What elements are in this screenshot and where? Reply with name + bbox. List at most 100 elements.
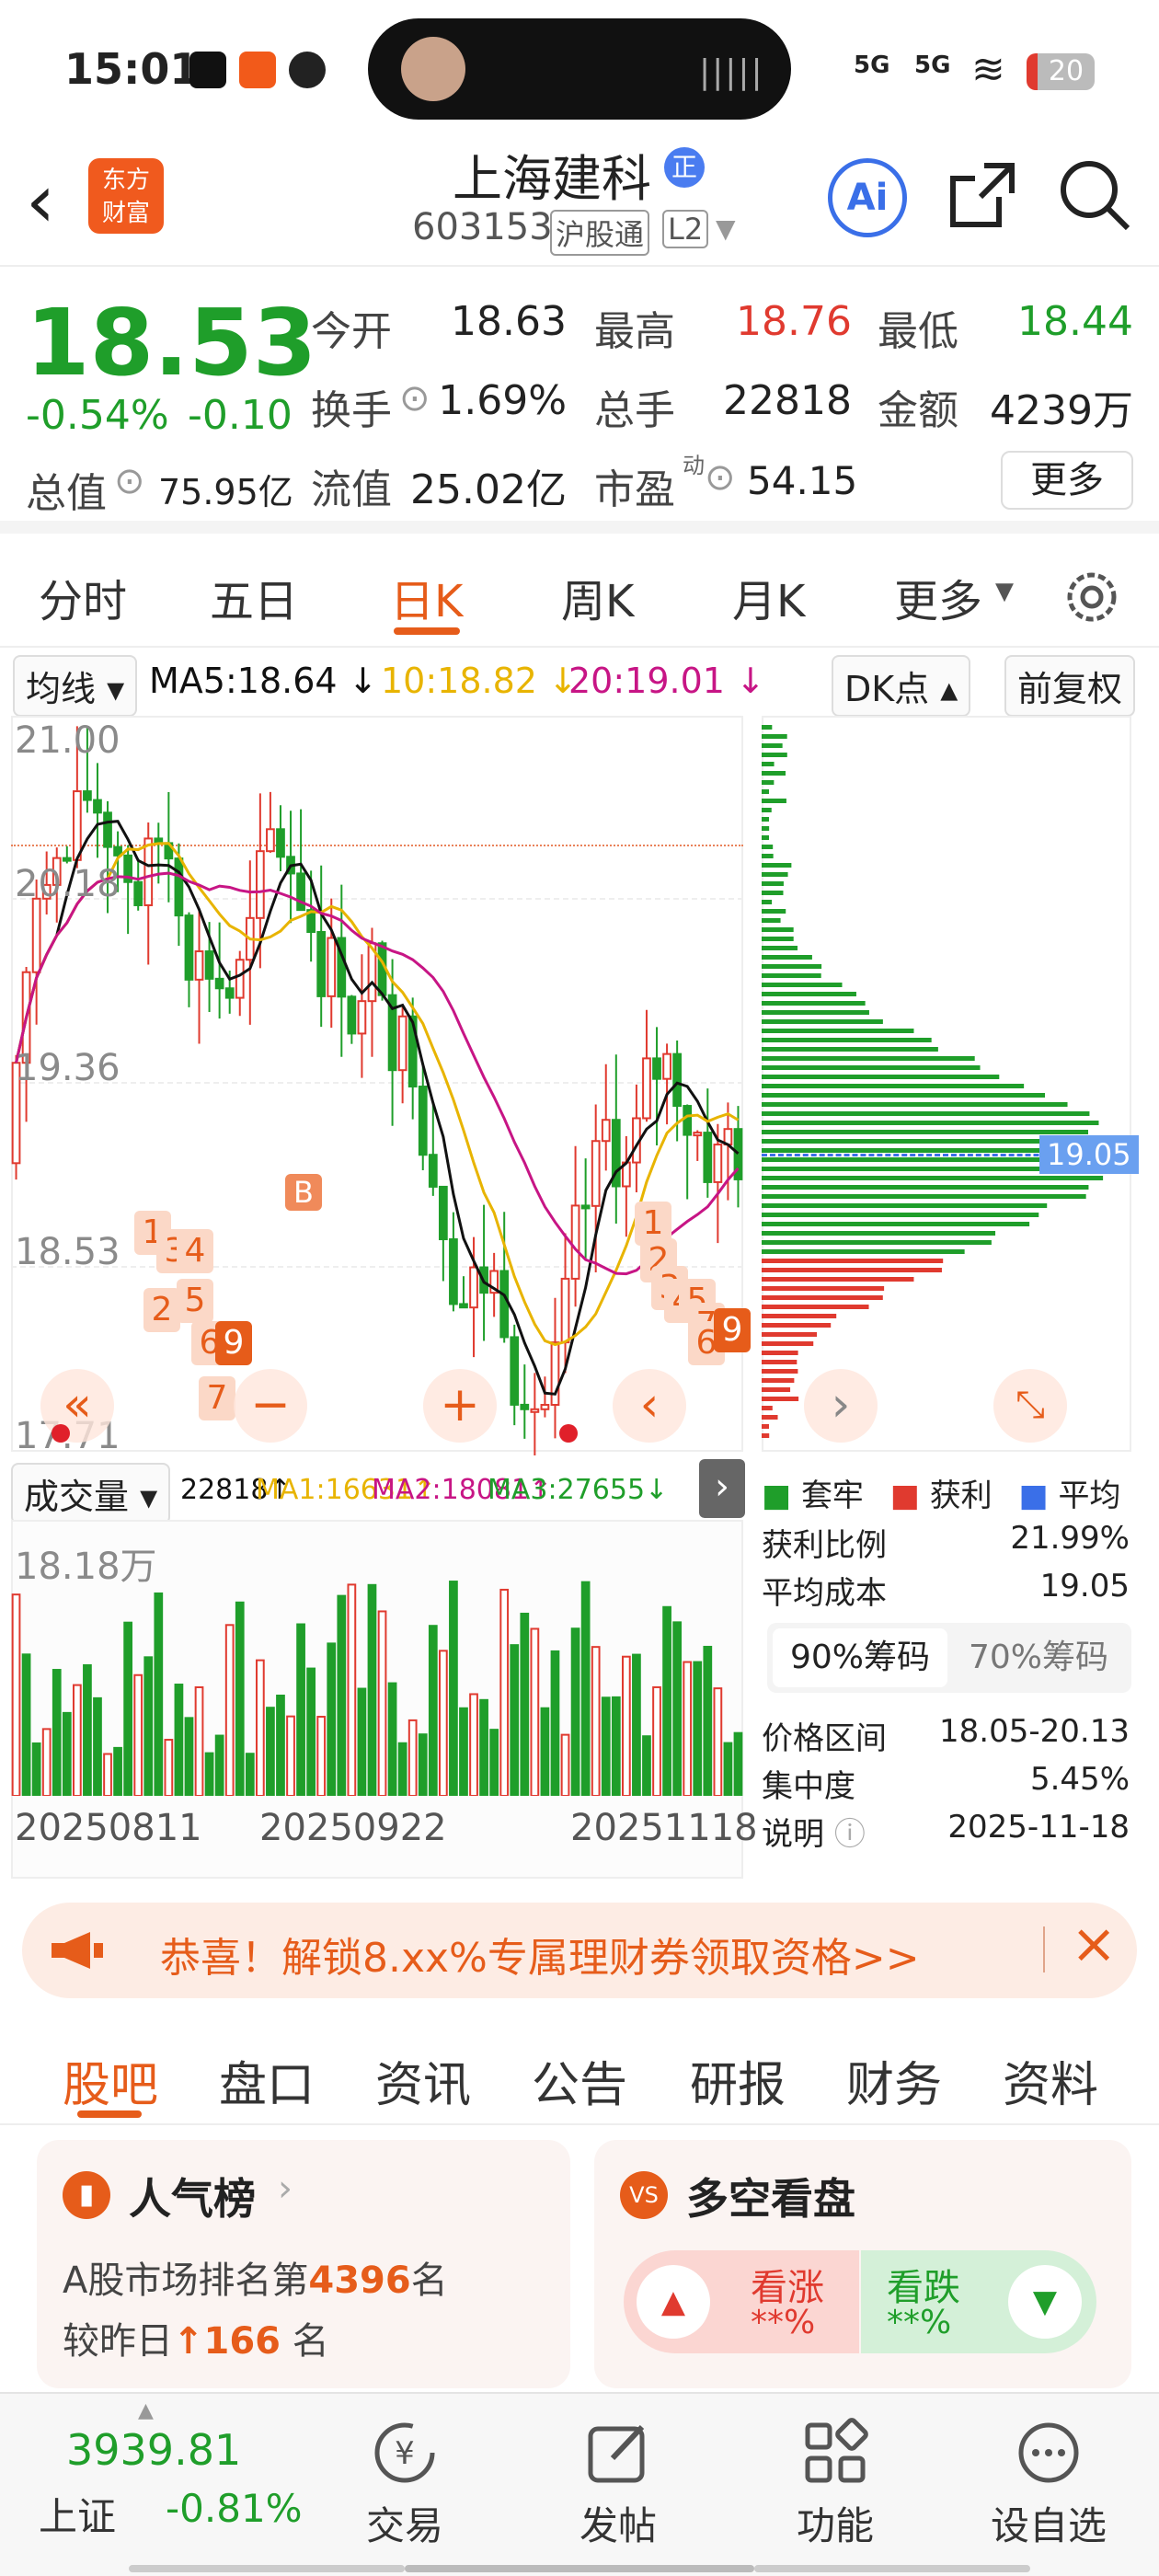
candle-body: [520, 1403, 530, 1410]
nav-functions[interactable]: 功能: [734, 2394, 936, 2576]
more-button[interactable]: 更多: [1001, 451, 1133, 510]
note-row: 说明 ⓘ 2025-11-18: [762, 1809, 1130, 1853]
avg-cost-row: 平均成本 19.05: [762, 1568, 1130, 1612]
sentiment-card[interactable]: VS 多空看盘 ▲ 看涨 **% 看跌 **% ▼: [594, 2140, 1131, 2388]
bearish-button[interactable]: 看跌 **% ▼: [861, 2250, 1096, 2353]
chip-bar: [762, 955, 812, 960]
tab-announcements[interactable]: 公告: [532, 2046, 627, 2115]
zoom-in-button[interactable]: +: [423, 1369, 497, 1443]
candle-body: [662, 1052, 671, 1080]
rank-change: 较昨日↑166 名: [63, 2320, 329, 2363]
dropdown-icon[interactable]: ▼: [716, 213, 736, 244]
legend-swatch: ■: [762, 1478, 792, 1514]
dk-selector[interactable]: DK点 ▴: [832, 655, 971, 717]
tab-intraday[interactable]: 分时: [39, 565, 127, 629]
index-ticker[interactable]: ▲ 3939.81 上证 -0.81%: [0, 2394, 331, 2576]
volume-bar: [164, 1739, 174, 1796]
volume-bar: [31, 1742, 41, 1796]
buy-marker[interactable]: B: [285, 1174, 322, 1211]
chip-bar: [762, 1295, 883, 1300]
legend-trapped: 套牢: [800, 1478, 864, 1514]
chip-bar: [762, 789, 769, 794]
share-icon[interactable]: [947, 160, 1017, 230]
nav-post[interactable]: 发帖: [517, 2394, 719, 2576]
bullish-button[interactable]: ▲ 看涨 **%: [624, 2250, 859, 2353]
popularity-card[interactable]: ▮ 人气榜 › A股市场排名第4396名 较昨日↑166 名: [37, 2140, 570, 2388]
tab-monthly-k[interactable]: 月K: [732, 565, 805, 629]
nav-trade[interactable]: ¥ 交易: [304, 2394, 506, 2576]
tab-chip-90[interactable]: 90%筹码: [773, 1628, 947, 1687]
candle-body: [530, 1408, 540, 1413]
volume-bar: [255, 1659, 265, 1796]
candle-body: [327, 937, 337, 997]
close-icon[interactable]: ×: [1071, 1912, 1117, 1976]
search-icon[interactable]: [1058, 158, 1131, 232]
info-icon[interactable]: ⊙: [399, 377, 430, 420]
tab-five-day[interactable]: 五日: [210, 565, 298, 629]
avatar: [401, 37, 465, 101]
expand-icon[interactable]: ⤡: [993, 1369, 1067, 1443]
adjust-selector[interactable]: 前复权: [1004, 655, 1136, 717]
kline-chart[interactable]: 21.00 20.18 19.36 18.53 17.71 B 1 2 3 4 …: [0, 714, 754, 1457]
volume-bar: [580, 1581, 591, 1796]
back-icon[interactable]: ‹: [26, 158, 55, 244]
ma5-readout: MA5:18.64 ↓: [149, 661, 378, 701]
volume-bar: [570, 1627, 580, 1796]
rank-chart-icon: ▮: [63, 2171, 110, 2219]
nav-watchlist-label: 设自选: [990, 2503, 1107, 2548]
promo-banner[interactable]: 恭喜！解锁8.xx%专属理财券领取资格>> ×: [22, 1903, 1137, 1998]
svg-text:¥: ¥: [395, 2435, 415, 2472]
high-label: 最高: [594, 308, 675, 355]
tab-weekly-k[interactable]: 周K: [561, 565, 634, 629]
chip-bar: [762, 808, 772, 812]
audio-wave-icon: |||||: [699, 53, 764, 91]
tab-pankou[interactable]: 盘口: [219, 2046, 315, 2115]
volume-bar: [204, 1752, 214, 1796]
candle-body: [194, 950, 204, 981]
chip-bar: [762, 1084, 1025, 1088]
volume-selector[interactable]: 成交量 ▾: [11, 1463, 171, 1524]
settings-icon[interactable]: [1061, 567, 1122, 627]
info-icon[interactable]: ⊙: [705, 456, 736, 499]
vol-ma3: MA3:27655↓: [488, 1474, 669, 1506]
chip-distribution[interactable]: 19.05 › ⤡: [762, 714, 1139, 1455]
info-icon[interactable]: ⊙: [114, 460, 145, 502]
volume-max-label: 18.18万: [15, 1546, 157, 1588]
chip-legend: ■ 套牢 ■ 获利 ■ 平均: [762, 1470, 1130, 1515]
chip-bar: [762, 1038, 932, 1042]
volume-bar: [459, 1707, 468, 1796]
ma10-line: [15, 842, 740, 1347]
tab-research[interactable]: 研报: [690, 2046, 786, 2115]
home-indicator: [129, 2565, 405, 2572]
chip-bar: [762, 1323, 832, 1328]
candle-body: [276, 828, 285, 858]
tab-guba[interactable]: 股吧: [63, 2046, 158, 2115]
signal-badge: 9: [714, 1308, 751, 1352]
volume-bar: [642, 1735, 651, 1796]
info-icon[interactable]: ⓘ: [834, 1816, 866, 1853]
volume-bar: [62, 1711, 72, 1796]
next-icon[interactable]: ›: [804, 1369, 878, 1443]
tab-profile[interactable]: 资料: [1003, 2046, 1098, 2115]
volume-bar: [367, 1583, 377, 1796]
turnover-value: 1.69%: [438, 377, 567, 424]
candle-body: [103, 811, 112, 848]
tab-more[interactable]: 更多: [894, 565, 982, 629]
ma-selector[interactable]: 均线 ▾: [13, 655, 138, 717]
popularity-title: 人气榜: [129, 2174, 256, 2224]
chip-bar: [762, 1093, 1046, 1098]
ai-button[interactable]: Ai: [828, 158, 907, 237]
nav-watchlist[interactable]: 设自选: [947, 2394, 1150, 2576]
tab-chip-70[interactable]: 70%筹码: [951, 1628, 1126, 1687]
tab-financials[interactable]: 财务: [846, 2046, 942, 2115]
active-tab-underline: [394, 627, 460, 635]
scroll-left-button[interactable]: ‹: [613, 1369, 686, 1443]
volume-bar: [540, 1707, 550, 1796]
expand-indicator-button[interactable]: ›: [699, 1459, 745, 1518]
stock-header: ‹ 东方 财富 上海建科 正 603153 沪股通 L2 ▼ Ai: [0, 138, 1159, 267]
tab-daily-k[interactable]: 日K: [390, 565, 463, 629]
tab-news[interactable]: 资讯: [375, 2046, 471, 2115]
chip-bar: [762, 1176, 1104, 1180]
zoom-out-button[interactable]: −: [234, 1369, 307, 1443]
volume-chart[interactable]: 18.18万 20250811 20250922 20251118: [0, 1520, 758, 1879]
